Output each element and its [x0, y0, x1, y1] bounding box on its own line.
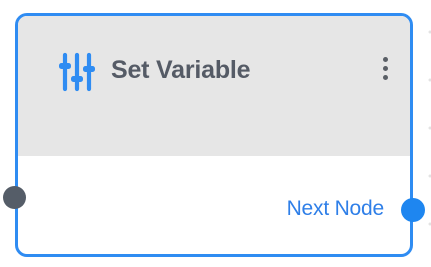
set-variable-node[interactable]: Set Variable Next Node — [15, 13, 413, 257]
next-node-output-port[interactable] — [401, 198, 425, 222]
node-title: Set Variable — [111, 56, 251, 84]
menu-dot — [383, 75, 388, 80]
node-header[interactable]: Set Variable — [18, 16, 410, 156]
more-vertical-icon[interactable] — [378, 52, 394, 86]
sliders-icon — [59, 52, 95, 92]
flow-canvas[interactable]: Set Variable Next Node — [0, 0, 431, 267]
menu-dot — [383, 66, 388, 71]
input-port[interactable] — [3, 186, 26, 209]
next-node-label: Next Node — [286, 197, 385, 220]
menu-dot — [383, 57, 388, 62]
